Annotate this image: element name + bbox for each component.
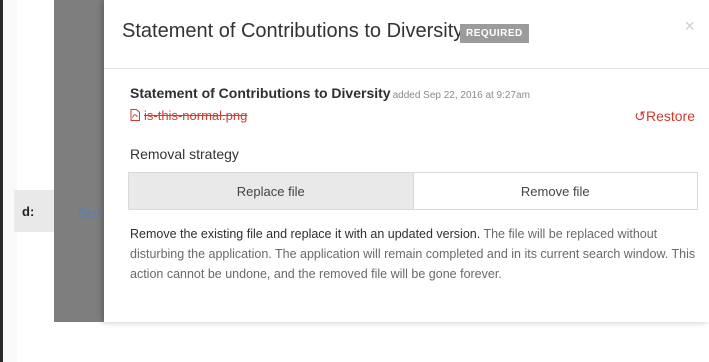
description-lead: Remove the existing file and replace it … <box>130 227 481 241</box>
replace-file-option[interactable]: Replace file <box>129 173 414 209</box>
pdf-file-icon <box>130 109 140 124</box>
undo-icon: ↺ <box>634 108 646 124</box>
removal-strategy-label: Removal strategy <box>130 146 239 162</box>
modal-header: Statement of Contributions to Diversity … <box>104 0 709 69</box>
field-title: Statement of Contributions to Diversity <box>130 85 391 101</box>
background-link[interactable]: Sep <box>78 205 101 220</box>
removal-description: Remove the existing file and replace it … <box>130 224 698 284</box>
background-label: d: <box>22 204 35 219</box>
field-heading: Statement of Contributions to Diversity a… <box>130 85 530 103</box>
left-border <box>0 0 17 362</box>
file-name: is-this-normal.png <box>144 108 248 123</box>
removed-file[interactable]: is-this-normal.png <box>130 108 247 124</box>
close-icon[interactable]: × <box>684 16 695 37</box>
restore-label: Restore <box>645 108 695 124</box>
restore-button[interactable]: ↺Restore <box>634 108 695 125</box>
removal-strategy-toggle: Replace file Remove file <box>128 172 698 210</box>
remove-file-option[interactable]: Remove file <box>414 173 698 209</box>
field-added-timestamp: added Sep 22, 2016 at 9:27am <box>392 90 530 101</box>
modal-dialog: Statement of Contributions to Diversity … <box>104 0 709 322</box>
modal-title: Statement of Contributions to Diversity <box>122 20 464 42</box>
background-sidebar <box>54 0 110 322</box>
required-badge: REQUIRED <box>460 24 529 43</box>
